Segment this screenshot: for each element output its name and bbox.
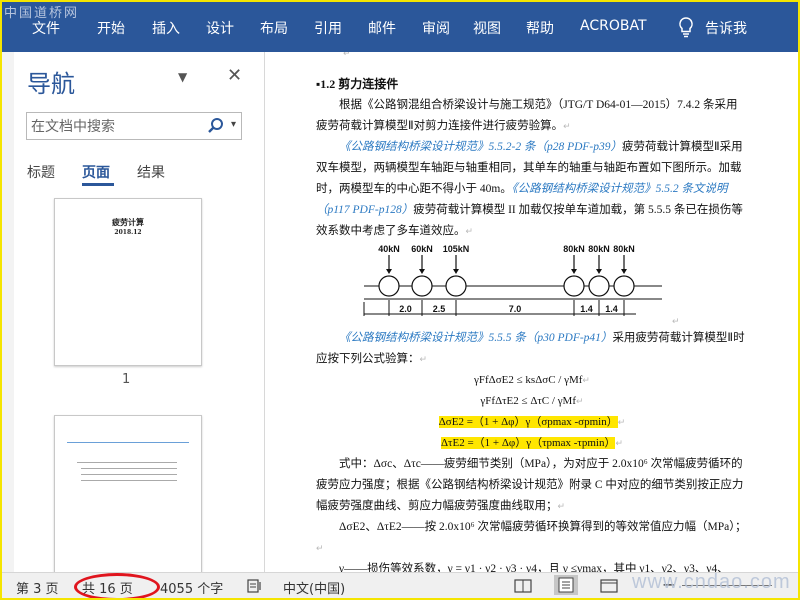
- formula-3-text: ΔσE2 =（1 + Δφ）γ（σpmax -σpmin）: [438, 416, 618, 428]
- tell-me-box[interactable]: 告诉我: [705, 18, 747, 38]
- tab-acrobat[interactable]: ACROBAT: [580, 18, 647, 34]
- print-layout-icon[interactable]: [554, 575, 578, 595]
- load-label: 80kN: [588, 244, 610, 254]
- load-label: 80kN: [613, 244, 635, 254]
- thumbnail-title: 疲劳计算: [112, 217, 144, 227]
- dimension-label: 2.0: [399, 304, 412, 314]
- search-icon[interactable]: [207, 117, 225, 135]
- paragraph-5-text: ΔσE2、ΔτE2——按 2.0x10⁶ 次常幅疲劳循环换算得到的等效常值应力幅…: [339, 521, 747, 533]
- page-thumbnail-1[interactable]: 疲劳计算 2018.12: [54, 198, 202, 366]
- paragraph-2: 《公路钢结构桥梁设计规范》5.5.2-2 条（p28 PDF-p39）疲劳荷载计…: [316, 141, 743, 237]
- tab-insert[interactable]: 插入: [152, 18, 180, 38]
- tab-references[interactable]: 引用: [314, 18, 342, 38]
- ribbon-tab-bar: 中国道桥网 文件 开始 插入 设计 布局 引用 邮件 审阅 视图 帮助 ACRO…: [2, 2, 798, 52]
- paragraph-4-text: 式中：Δσc、Δτc——疲劳细节类别（MPa），为对应于 2.0x10⁶ 次常幅…: [316, 458, 744, 512]
- tab-layout[interactable]: 布局: [260, 18, 288, 38]
- watermark-bottom: www.cndao.com: [632, 571, 791, 593]
- section-heading: ▪1.2 剪力连接件: [316, 77, 399, 91]
- tab-view[interactable]: 视图: [473, 18, 501, 38]
- svg-text:↵: ↵: [672, 316, 680, 326]
- nav-search-box[interactable]: ▾: [26, 112, 242, 140]
- tab-review[interactable]: 审阅: [422, 18, 450, 38]
- search-options-chevron-icon[interactable]: ▾: [231, 119, 236, 130]
- paragraph-5: ΔσE2、ΔτE2——按 2.0x10⁶ 次常幅疲劳循环换算得到的等效常值应力幅…: [316, 521, 747, 553]
- active-tab-indicator: [82, 183, 114, 186]
- reference-link: 《公路钢结构桥梁设计规范》5.5.5 条（p30 PDF-p41）: [339, 332, 613, 344]
- reference-link: 《公路钢结构桥梁设计规范》5.5.2-2 条（p28 PDF-p39）: [339, 141, 623, 153]
- thumbnail-date: 2018.12: [114, 229, 142, 236]
- nav-close-icon[interactable]: ✕: [227, 65, 242, 86]
- nav-tab-pages[interactable]: 页面: [82, 162, 110, 182]
- tab-design[interactable]: 设计: [206, 18, 234, 38]
- read-mode-icon[interactable]: [514, 578, 532, 594]
- formula-2: γFfΔτE2 ≤ ΔτC / γMf↵: [480, 395, 584, 407]
- dimension-label: 2.5: [433, 304, 446, 314]
- left-strip: [2, 52, 14, 572]
- dimension-label: 1.4: [605, 304, 618, 314]
- load-label: 40kN: [378, 244, 400, 254]
- thumbnail-page-number: 1: [122, 372, 131, 387]
- page-thumbnails: 疲劳计算 2018.12 1: [14, 192, 264, 572]
- paragraph-1-text: 根据《公路钢混组合桥梁设计与施工规范》（JTG/T D64-01—2015）7.…: [316, 99, 738, 132]
- navigation-pane: 导航 ▼ ✕ ▾ 标题 页面 结果 疲劳计算 2018.12 1: [14, 52, 264, 572]
- paragraph-1: 根据《公路钢混组合桥梁设计与施工规范》（JTG/T D64-01—2015）7.…: [316, 99, 738, 132]
- nav-search-input[interactable]: [29, 116, 203, 138]
- nav-pane-title: 导航: [27, 70, 75, 98]
- dimension-label: 1.4: [580, 304, 593, 314]
- tab-help[interactable]: 帮助: [526, 18, 554, 38]
- thumbnail-line: [81, 474, 177, 475]
- proofing-icon[interactable]: [246, 578, 264, 594]
- formula-4-text: ΔτE2 =（1 + Δφ）γ（τpmax -τpmin）: [440, 437, 616, 449]
- tab-home[interactable]: 开始: [97, 18, 125, 38]
- nav-tab-results[interactable]: 结果: [137, 162, 165, 182]
- thumbnail-line: [81, 480, 177, 481]
- thumbnail-line: [81, 468, 177, 469]
- axle-diagram: 40kN 60kN 105kN 80kN 80kN 80kN 2.0 2.5 7…: [363, 244, 680, 326]
- load-label: 80kN: [563, 244, 585, 254]
- annotation-circle: [74, 573, 160, 598]
- nav-tab-headings[interactable]: 标题: [27, 162, 55, 182]
- paragraph-3: 《公路钢结构桥梁设计规范》5.5.5 条（p30 PDF-p41）采用疲劳荷载计…: [316, 332, 745, 365]
- formula-1: γFfΔσE2 ≤ ksΔσC / γMf↵: [474, 374, 590, 386]
- formula-1-text: γFfΔσE2 ≤ ksΔσC / γMf: [474, 374, 583, 386]
- tab-file[interactable]: 文件: [32, 18, 60, 38]
- document-area[interactable]: ↵ ▪1.2 剪力连接件 根据《公路钢混组合桥梁设计与施工规范》（JTG/T D…: [265, 52, 798, 572]
- web-layout-icon[interactable]: [600, 578, 618, 594]
- tab-mailings[interactable]: 邮件: [368, 18, 396, 38]
- formula-4: ΔτE2 =（1 + Δφ）γ（τpmax -τpmin）↵: [440, 437, 623, 449]
- load-label: 60kN: [411, 244, 433, 254]
- nav-options-dropdown-icon[interactable]: ▼: [178, 70, 187, 84]
- thumbnail-line: [77, 462, 177, 463]
- section-heading-text: 1.2 剪力连接件: [320, 77, 399, 91]
- formula-3: ΔσE2 =（1 + Δφ）γ（σpmax -σpmin）↵: [438, 416, 626, 428]
- paragraph-4: 式中：Δσc、Δτc——疲劳细节类别（MPa），为对应于 2.0x10⁶ 次常幅…: [316, 458, 744, 512]
- page-indicator[interactable]: 第 3 页: [16, 578, 59, 597]
- thumbnail-rule: [67, 442, 189, 443]
- load-label: 105kN: [443, 244, 470, 254]
- formula-2-text: γFfΔτE2 ≤ ΔτC / γMf: [480, 395, 577, 407]
- language-indicator[interactable]: 中文(中国): [283, 578, 345, 597]
- axle-load-figure: 40kN 60kN 105kN 80kN 80kN 80kN 2.0 2.5 7…: [316, 242, 748, 328]
- lightbulb-icon[interactable]: [676, 16, 696, 38]
- page-thumbnail-2[interactable]: [54, 415, 202, 572]
- word-count[interactable]: 4055 个字: [160, 578, 223, 597]
- document-page: ▪1.2 剪力连接件 根据《公路钢混组合桥梁设计与施工规范》（JTG/T D64…: [316, 52, 748, 572]
- dimension-label: 7.0: [509, 304, 522, 314]
- word-window: 中国道桥网 文件 开始 插入 设计 布局 引用 邮件 审阅 视图 帮助 ACRO…: [0, 0, 800, 600]
